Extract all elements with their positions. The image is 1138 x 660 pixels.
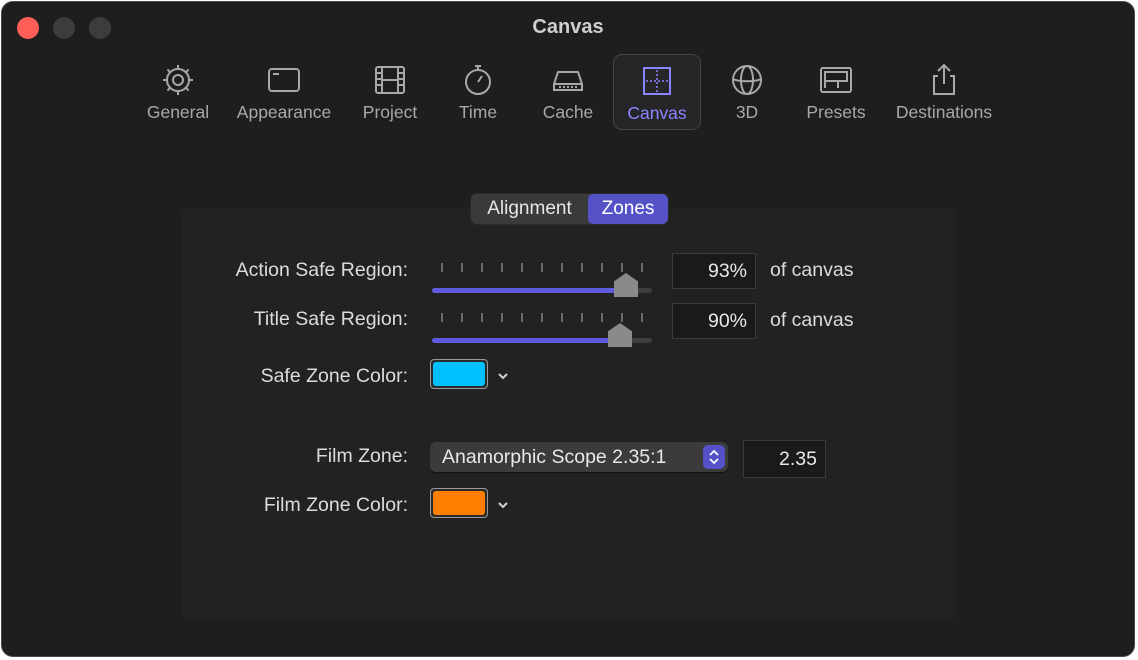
title-safe-slider[interactable] [430,313,654,353]
toolbar-label: Appearance [236,102,332,122]
chevron-down-icon[interactable] [496,369,510,383]
toolbar-label: Destinations [895,102,993,122]
window-title: Canvas [532,16,604,38]
window-icon [268,68,300,92]
toolbar-presets[interactable]: Presets [800,54,872,130]
toolbar-time[interactable]: Time [446,54,510,130]
globe-icon [732,65,762,95]
popup-stepper [703,445,725,469]
canvas-icon [643,67,671,95]
color-swatch [433,362,485,386]
toolbar-destinations[interactable]: Destinations [888,54,1000,130]
toolbar-label: Project [362,102,418,122]
slider-knob[interactable] [614,273,638,297]
film-zone-selected: Anamorphic Scope 2.35:1 [442,446,667,468]
tab-alignment[interactable]: Alignment [471,194,588,224]
toolbar-cache[interactable]: Cache [534,54,602,130]
safe-zone-color-well[interactable] [430,359,488,389]
slider-knob[interactable] [608,323,632,347]
toolbar-label: Time [458,102,498,122]
toolbar-canvas[interactable]: Canvas [613,54,701,130]
safe-zone-color-label: Safe Zone Color: [260,365,408,387]
toolbar-general[interactable]: General [142,54,214,130]
film-zone-label: Film Zone: [315,445,408,467]
slider-fill [432,338,620,343]
toolbar-label: 3D [735,102,759,122]
color-swatch [433,491,485,515]
toolbar-label: Presets [806,102,866,122]
film-zone-popup[interactable]: Anamorphic Scope 2.35:1 [430,442,728,472]
slider-fill [432,288,626,293]
film-icon [375,66,405,94]
preferences-window: Canvas General Appearance Project Time C… [1,1,1135,657]
stopwatch-icon [465,65,491,95]
tab-zones[interactable]: Zones [588,194,668,224]
toolbar-appearance[interactable]: Appearance [230,54,338,130]
action-safe-suffix: of canvas [770,259,854,281]
toolbar-label: Cache [542,102,594,122]
toolbar-label: General [146,102,210,122]
presets-icon [820,67,852,93]
alignment-zones-segmented-control: Alignment Zones [471,194,668,224]
drive-icon [553,71,583,91]
toolbar-label: Canvas [627,103,687,123]
chevron-down-icon[interactable] [496,498,510,512]
gear-icon [163,65,193,95]
title-safe-value-field[interactable]: 90% [672,303,756,339]
film-zone-color-well[interactable] [430,488,488,518]
up-down-chevron-icon [709,449,719,465]
film-zone-value-field[interactable]: 2.35 [743,440,826,478]
toolbar-3d[interactable]: 3D [718,54,776,130]
action-safe-value-field[interactable]: 93% [672,253,756,289]
share-icon [933,63,955,95]
action-safe-slider[interactable] [430,263,654,303]
action-safe-label: Action Safe Region: [235,259,408,281]
title-safe-label: Title Safe Region: [253,308,408,330]
title-safe-suffix: of canvas [770,309,854,331]
film-zone-color-label: Film Zone Color: [263,494,408,516]
toolbar-project[interactable]: Project [354,54,426,130]
